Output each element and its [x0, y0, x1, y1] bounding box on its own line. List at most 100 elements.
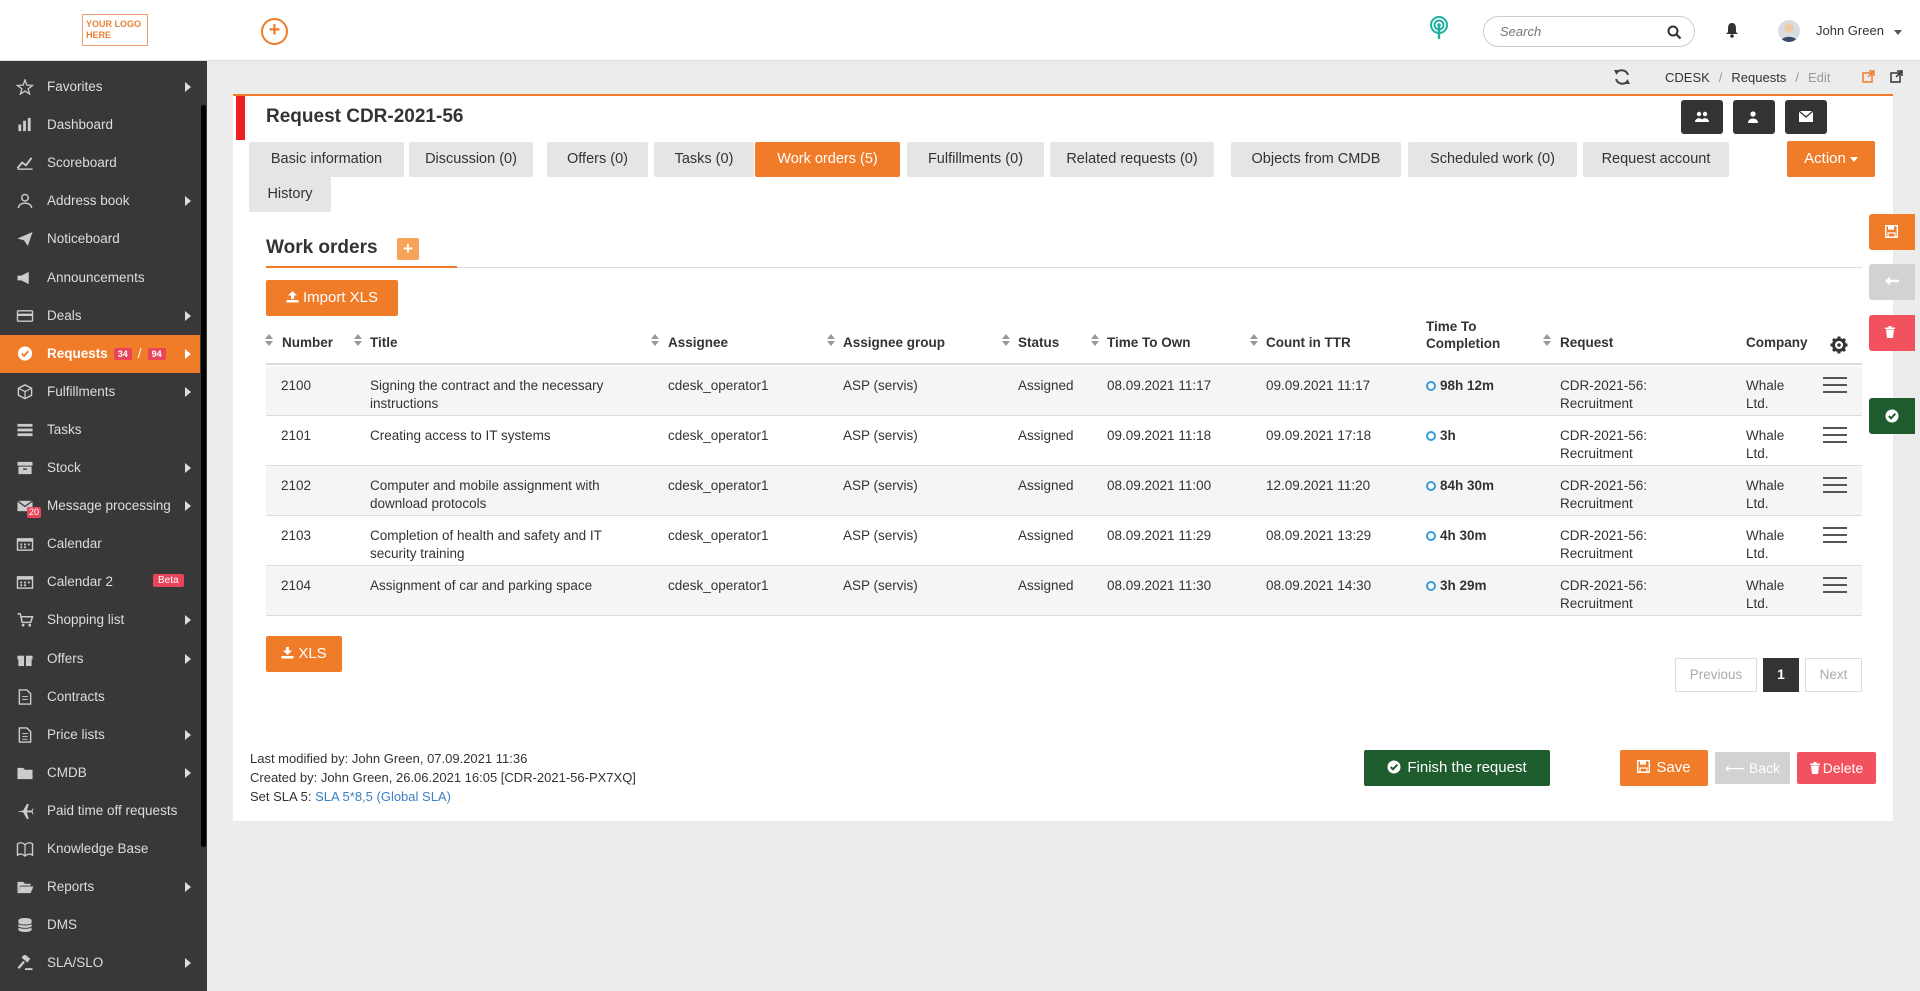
sort-icon[interactable]	[827, 334, 835, 348]
col-title[interactable]: Title	[370, 335, 398, 350]
finish-request-button[interactable]: Finish the request	[1364, 750, 1550, 786]
floating-finish-button[interactable]	[1869, 398, 1915, 434]
sidebar-item-sla-slo[interactable]: SLA/SLO	[0, 944, 200, 982]
sidebar-scrollbar[interactable]	[201, 105, 206, 847]
back-button[interactable]: ⟵ Back	[1715, 752, 1790, 784]
hamburger-menu-icon[interactable]	[1823, 477, 1847, 493]
sidebar-item-dms[interactable]: DMS	[0, 906, 200, 944]
sidebar-item-favorites[interactable]: Favorites	[0, 68, 200, 106]
sidebar-item-message-processing[interactable]: Message processing 20	[0, 487, 200, 525]
import-xls-button[interactable]: Import XLS	[266, 280, 398, 316]
sort-icon[interactable]	[265, 334, 273, 348]
refresh-icon[interactable]	[1613, 68, 1631, 89]
col-count-in-ttr[interactable]: Count in TTR	[1266, 335, 1351, 350]
sidebar-item-scoreboard[interactable]: Scoreboard	[0, 144, 200, 182]
pagination-page-1[interactable]: 1	[1763, 658, 1799, 692]
col-time-to-own[interactable]: Time To Own	[1107, 335, 1191, 350]
search-input[interactable]	[1500, 24, 1660, 39]
sidebar-item-deals[interactable]: Deals	[0, 297, 200, 335]
breadcrumb-item-requests[interactable]: Requests	[1731, 70, 1786, 85]
sort-icon[interactable]	[1543, 334, 1551, 348]
sidebar-item-price-lists[interactable]: Price lists	[0, 716, 200, 754]
col-assignee-group[interactable]: Assignee group	[843, 335, 945, 350]
save-button[interactable]: Save	[1620, 750, 1708, 786]
tab-fulfillments[interactable]: Fulfillments (0)	[907, 142, 1044, 177]
tab-request-account[interactable]: Request account	[1583, 142, 1729, 177]
tab-scheduled-work[interactable]: Scheduled work (0)	[1408, 142, 1577, 177]
table-row[interactable]: 2103 Completion of health and safety and …	[266, 516, 1862, 566]
floating-back-button[interactable]	[1869, 264, 1915, 300]
podcast-icon[interactable]	[1427, 15, 1453, 41]
sidebar-item-address-book[interactable]: Address book	[0, 182, 200, 220]
sort-icon[interactable]	[651, 334, 659, 348]
tab-offers[interactable]: Offers (0)	[547, 142, 648, 177]
col-time-to-completion[interactable]: Time To Completion	[1426, 318, 1500, 352]
floating-save-button[interactable]	[1869, 214, 1915, 250]
export-xls-label: XLS	[298, 645, 327, 662]
sidebar-item-calendar[interactable]: Calendar	[0, 525, 200, 563]
email-button[interactable]	[1785, 100, 1827, 134]
tab-basic-information[interactable]: Basic information	[249, 142, 404, 177]
sort-icon[interactable]	[1091, 334, 1099, 348]
sidebar-item-tasks[interactable]: Tasks	[0, 411, 200, 449]
chevron-down-icon[interactable]	[1894, 30, 1902, 35]
hamburger-menu-icon[interactable]	[1823, 377, 1847, 393]
sidebar-item-shopping-list[interactable]: Shopping list	[0, 601, 200, 639]
hamburger-menu-icon[interactable]	[1823, 527, 1847, 543]
tab-objects-from-cmdb[interactable]: Objects from CMDB	[1231, 142, 1401, 177]
sidebar-item-knowledge-base[interactable]: Knowledge Base	[0, 830, 200, 868]
search-box[interactable]	[1483, 16, 1695, 47]
floating-delete-button[interactable]	[1869, 315, 1915, 351]
team-button[interactable]	[1681, 100, 1723, 134]
user-button[interactable]	[1733, 100, 1775, 134]
sidebar-item-paid-time-off-requests[interactable]: Paid time off requests	[0, 792, 200, 830]
avatar[interactable]	[1778, 20, 1800, 42]
external-link-icon[interactable]	[1862, 70, 1875, 86]
col-status[interactable]: Status	[1018, 335, 1059, 350]
sidebar-item-requests[interactable]: Requests 34 / 94	[0, 334, 200, 373]
table-row[interactable]: 2104 Assignment of car and parking space c…	[266, 566, 1862, 616]
export-xls-button[interactable]: XLS	[266, 636, 342, 672]
col-assignee[interactable]: Assignee	[668, 335, 728, 350]
delete-button[interactable]: Delete	[1797, 752, 1876, 784]
sidebar-item-offers[interactable]: Offers	[0, 640, 200, 678]
col-company[interactable]: Company	[1746, 335, 1808, 350]
gear-icon[interactable]	[1830, 336, 1848, 357]
tab-related-requests[interactable]: Related requests (0)	[1050, 142, 1214, 177]
table-row[interactable]: 2100 Signing the contract and the necessa…	[266, 366, 1862, 416]
pagination-previous[interactable]: Previous	[1675, 658, 1757, 692]
table-row[interactable]: 2101 Creating access to IT systems cdesk_o…	[266, 416, 1862, 466]
sla-link[interactable]: SLA 5*8,5 (Global SLA)	[315, 789, 451, 804]
search-icon[interactable]	[1667, 25, 1682, 40]
user-name[interactable]: John Green	[1816, 23, 1884, 38]
sort-icon[interactable]	[354, 334, 362, 348]
sidebar-item-stock[interactable]: Stock	[0, 449, 200, 487]
add-new-icon[interactable]: +	[261, 18, 288, 45]
table-row[interactable]: 2102 Computer and mobile assignment with d…	[266, 466, 1862, 516]
sidebar-item-contracts[interactable]: Contracts	[0, 678, 200, 716]
sidebar-item-announcements[interactable]: Announcements	[0, 259, 200, 297]
sidebar-item-cmdb[interactable]: CMDB	[0, 754, 200, 792]
tab-work-orders[interactable]: Work orders (5)	[755, 142, 900, 177]
sort-icon[interactable]	[1002, 334, 1010, 348]
sidebar-item-reports[interactable]: Reports	[0, 868, 200, 906]
sidebar-item-noticeboard[interactable]: Noticeboard	[0, 220, 200, 258]
hamburger-menu-icon[interactable]	[1823, 577, 1847, 593]
add-work-order-button[interactable]: +	[397, 238, 419, 260]
tab-tasks[interactable]: Tasks (0)	[654, 142, 754, 177]
breadcrumb-item-cdesk[interactable]: CDESK	[1665, 70, 1710, 85]
col-request[interactable]: Request	[1560, 335, 1613, 350]
col-number[interactable]: Number	[282, 335, 333, 350]
pagination-next[interactable]: Next	[1805, 658, 1862, 692]
open-new-window-icon[interactable]	[1890, 70, 1903, 86]
sidebar-item-fulfillments[interactable]: Fulfillments	[0, 373, 200, 411]
bell-icon[interactable]	[1725, 22, 1739, 41]
sort-icon[interactable]	[1250, 334, 1258, 348]
sidebar-item-dashboard[interactable]: Dashboard	[0, 106, 200, 144]
sidebar-item-calendar-2[interactable]: Calendar 2 Beta	[0, 563, 200, 601]
logo[interactable]: YOUR LOGO HERE	[82, 14, 148, 46]
hamburger-menu-icon[interactable]	[1823, 427, 1847, 443]
tab-history[interactable]: History	[249, 177, 331, 212]
tab-discussion[interactable]: Discussion (0)	[409, 142, 533, 177]
action-dropdown-button[interactable]: Action	[1787, 141, 1875, 177]
